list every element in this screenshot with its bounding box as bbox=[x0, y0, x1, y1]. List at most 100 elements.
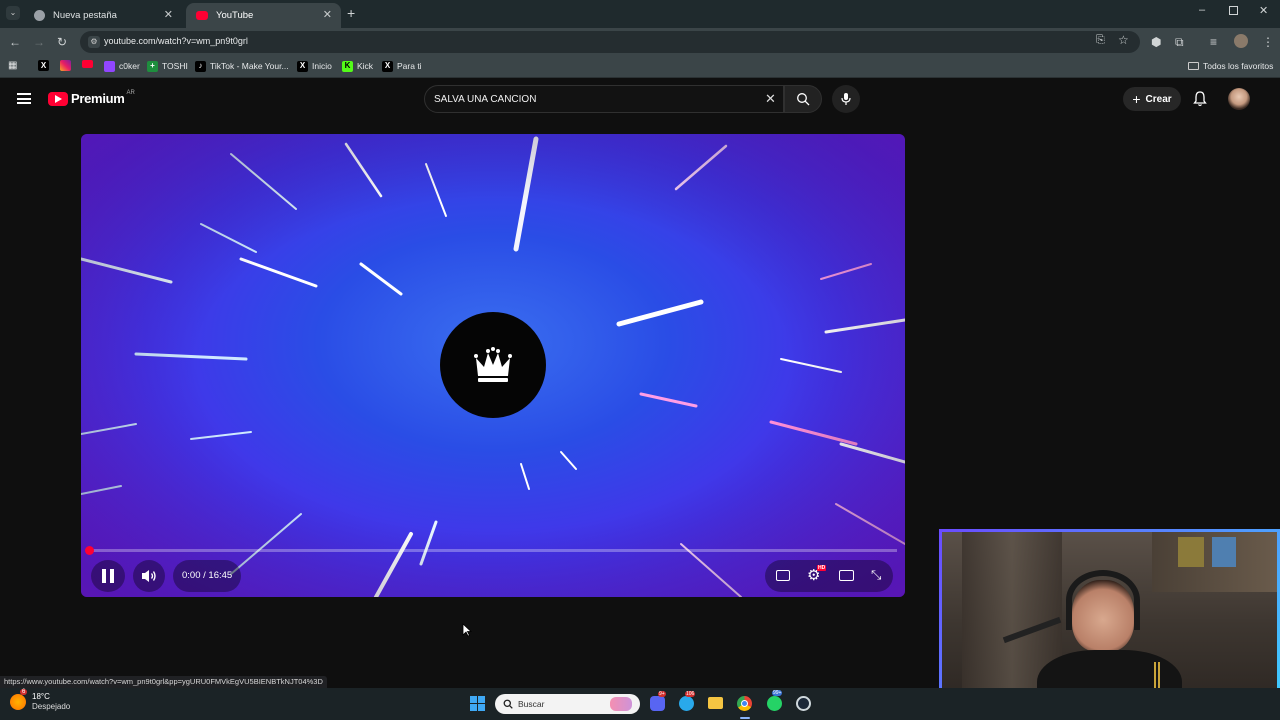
search-icon bbox=[503, 699, 513, 709]
restore-button[interactable] bbox=[1229, 6, 1238, 15]
hd-badge: HD bbox=[817, 565, 827, 571]
x-icon: X bbox=[382, 60, 393, 72]
close-icon[interactable]: ✕ bbox=[164, 8, 173, 21]
bookmark-instagram[interactable] bbox=[60, 60, 75, 71]
create-button[interactable]: + Crear bbox=[1123, 87, 1181, 111]
volume-button[interactable] bbox=[133, 560, 165, 592]
discord-icon[interactable]: 9+ bbox=[650, 691, 666, 711]
windows-taskbar: 6 18°C Despejado Buscar 9+ 106 99+ bbox=[0, 688, 1280, 720]
close-window-button[interactable]: ✕ bbox=[1259, 4, 1268, 17]
tiktok-icon: ♪ bbox=[195, 60, 206, 72]
subtitles-icon[interactable] bbox=[776, 570, 790, 581]
search-input[interactable]: SALVA UNA CANCION ✕ bbox=[424, 85, 784, 113]
tab-youtube[interactable]: YouTube ✕ bbox=[186, 3, 341, 28]
url-text: youtube.com/watch?v=wm_pn9t0grl bbox=[104, 36, 248, 46]
bookmark-tiktok[interactable]: ♪ TikTok - Make Your... bbox=[195, 60, 289, 72]
x-icon: X bbox=[38, 60, 49, 71]
account-avatar[interactable] bbox=[1228, 88, 1250, 110]
steam-icon[interactable] bbox=[796, 696, 811, 711]
logo-text: Premium bbox=[71, 91, 125, 106]
active-app-indicator bbox=[740, 717, 750, 719]
region-code: AR bbox=[126, 89, 135, 96]
back-arrow-icon[interactable]: ← bbox=[9, 34, 21, 50]
bookmarks-bar: ▦ X c0ker + TOSHI ♪ TikTok - Make Your... … bbox=[0, 56, 1280, 78]
bookmark-toshi[interactable]: + TOSHI bbox=[147, 60, 188, 72]
weather-widget[interactable]: 6 18°C Despejado bbox=[10, 689, 70, 712]
media-control-icon[interactable]: ≡ bbox=[1210, 34, 1217, 50]
kick-icon: K bbox=[342, 60, 353, 72]
close-icon[interactable]: ✕ bbox=[323, 8, 332, 21]
folder-icon bbox=[1188, 62, 1199, 70]
microphone-icon bbox=[841, 93, 851, 105]
profile-avatar[interactable] bbox=[1234, 34, 1248, 48]
plus-icon: + bbox=[1132, 91, 1141, 107]
player-controls: 0:00 / 16:45 ⚙ HD ⤡ bbox=[81, 537, 905, 597]
chrome-icon[interactable] bbox=[737, 696, 752, 711]
search-button[interactable] bbox=[784, 85, 822, 113]
address-bar[interactable]: ⚙ youtube.com/watch?v=wm_pn9t0grl ⎘ ☆ bbox=[80, 31, 1140, 53]
bookmarks-folder[interactable]: Todos los favoritos bbox=[1188, 60, 1273, 72]
instagram-icon bbox=[60, 60, 71, 71]
fullscreen-icon[interactable]: ⤡ bbox=[871, 567, 881, 583]
new-tab-button[interactable]: + bbox=[347, 5, 355, 21]
whatsapp-icon[interactable]: 99+ bbox=[767, 690, 783, 711]
time-display: 0:00 / 16:45 bbox=[173, 560, 241, 592]
reload-icon[interactable]: ↻ bbox=[57, 34, 67, 50]
search-query-text: SALVA UNA CANCION bbox=[434, 94, 537, 105]
windows-start-icon[interactable] bbox=[470, 696, 485, 711]
webcam-headphones bbox=[1066, 570, 1140, 630]
hamburger-menu-icon[interactable] bbox=[17, 93, 31, 104]
notifications-bell-icon[interactable] bbox=[1193, 91, 1207, 112]
youtube-play-icon bbox=[48, 91, 68, 106]
extension-shield-icon[interactable]: ⬢ bbox=[1151, 34, 1161, 50]
sun-icon: 6 bbox=[10, 689, 28, 710]
bookmark-inicio[interactable]: X Inicio bbox=[297, 60, 332, 72]
theater-mode-icon[interactable] bbox=[839, 570, 854, 581]
right-controls: ⚙ HD ⤡ bbox=[765, 560, 893, 592]
progress-bar[interactable] bbox=[85, 546, 897, 555]
bookmark-youtube[interactable] bbox=[82, 60, 97, 68]
browser-toolbar: ← → ↻ ⚙ youtube.com/watch?v=wm_pn9t0grl … bbox=[0, 28, 1280, 56]
chrome-icon bbox=[34, 10, 45, 21]
video-player[interactable]: 0:00 / 16:45 ⚙ HD ⤡ bbox=[81, 134, 905, 597]
site-info-icon[interactable]: ⚙ bbox=[88, 36, 100, 48]
tab-label: Nueva pestaña bbox=[53, 10, 117, 21]
tab-label: YouTube bbox=[216, 10, 254, 21]
install-app-icon[interactable]: ⎘ bbox=[1096, 34, 1105, 47]
browser-tab-strip: ⌄ Nueva pestaña ✕ YouTube ✕ + – ✕ bbox=[0, 0, 1280, 28]
voice-search-button[interactable] bbox=[832, 85, 860, 113]
search-icon bbox=[797, 93, 810, 106]
minimize-button[interactable]: – bbox=[1199, 4, 1205, 16]
bookmark-kick[interactable]: K Kick bbox=[342, 60, 373, 72]
bookmark-c0ker[interactable]: c0ker bbox=[104, 60, 140, 72]
bookmark-para-ti[interactable]: X Para ti bbox=[382, 60, 422, 72]
bookmark-x[interactable]: X bbox=[38, 60, 53, 71]
time-text: 0:00 / 16:45 bbox=[182, 570, 233, 581]
apps-grid-icon[interactable]: ▦ bbox=[8, 60, 17, 72]
menu-dots-icon[interactable]: ⋮ bbox=[1262, 34, 1274, 50]
tab-search-button[interactable]: ⌄ bbox=[6, 6, 20, 20]
forward-arrow-icon[interactable]: → bbox=[33, 34, 45, 50]
extensions-puzzle-icon[interactable]: ⧉ bbox=[1175, 34, 1184, 50]
weather-temp: 18°C bbox=[32, 692, 50, 701]
webcam-poster bbox=[1212, 537, 1236, 567]
webcam-poster bbox=[1178, 537, 1204, 567]
crown-logo-icon bbox=[474, 347, 512, 382]
youtube-header: Premium AR SALVA UNA CANCION ✕ + Crear bbox=[0, 78, 1280, 122]
bookmark-star-icon[interactable]: ☆ bbox=[1118, 33, 1129, 47]
x-icon: X bbox=[297, 60, 308, 72]
youtube-icon bbox=[82, 60, 93, 68]
search-highlight-icon bbox=[610, 697, 632, 711]
create-label: Crear bbox=[1145, 93, 1172, 105]
clear-search-icon[interactable]: ✕ bbox=[765, 91, 776, 107]
taskbar-search[interactable]: Buscar bbox=[495, 694, 640, 714]
link-preview-status: https://www.youtube.com/watch?v=wm_pn9t0… bbox=[0, 676, 327, 688]
youtube-logo[interactable]: Premium AR bbox=[48, 89, 135, 106]
telegram-icon[interactable]: 106 bbox=[679, 691, 696, 711]
pause-button[interactable] bbox=[91, 560, 125, 592]
tab-new-tab[interactable]: Nueva pestaña ✕ bbox=[24, 3, 182, 28]
taskbar-search-placeholder: Buscar bbox=[518, 699, 545, 709]
twitch-icon bbox=[104, 60, 115, 72]
progress-scrubber[interactable] bbox=[85, 546, 94, 555]
file-explorer-icon[interactable] bbox=[708, 697, 723, 709]
